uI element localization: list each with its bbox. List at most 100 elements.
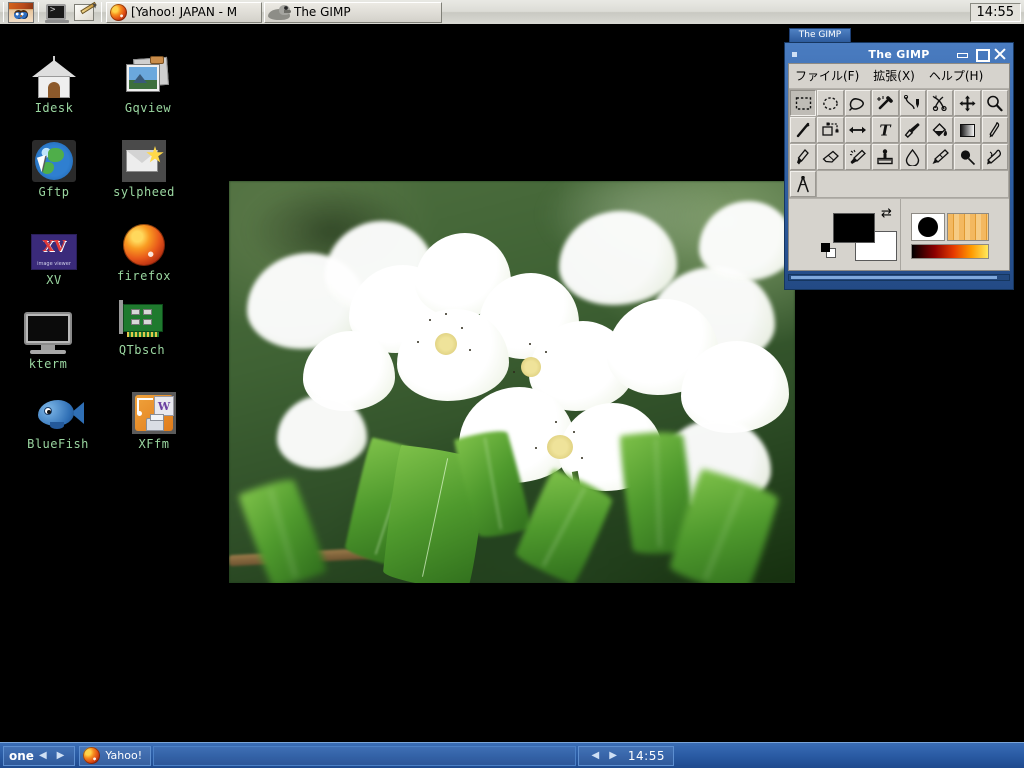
panel-separator (101, 2, 102, 22)
prev-workspace-icon[interactable]: ◀ (39, 750, 47, 761)
gimp-tool-grid: T (789, 89, 1009, 198)
menu-file[interactable]: ファイル(F) (795, 67, 859, 84)
top-panel: [Yahoo! JAPAN - M The GIMP 14:55 (0, 0, 1024, 26)
swap-colors-icon[interactable]: ⇄ (881, 207, 895, 221)
menu-help[interactable]: ヘルプ(H) (929, 67, 983, 84)
bottom-taskbar-item-yahoo[interactable]: Yahoo! (79, 746, 151, 766)
move-tool[interactable] (954, 90, 980, 116)
gimp-color-area: ⇄ (789, 198, 1009, 270)
desktop-icon-firefox[interactable]: firefox (96, 218, 192, 283)
bezier-select-tool[interactable] (900, 90, 926, 116)
firefox-icon (83, 747, 100, 764)
maximize-button[interactable] (975, 48, 987, 60)
bottom-taskbar-item-label: Yahoo! (105, 749, 142, 762)
desktop-icon-qtbsch[interactable]: QTbsch (94, 292, 190, 357)
gimp-window-tab[interactable]: The GIMP (789, 28, 851, 42)
clock-next-icon[interactable]: ▶ (609, 750, 617, 761)
active-pattern-indicator[interactable] (947, 213, 989, 241)
text-tool[interactable]: T (872, 117, 898, 143)
gimp-wilber-icon (268, 5, 290, 20)
active-brush-indicator[interactable] (911, 213, 945, 241)
mail-envelope-icon (96, 134, 192, 182)
desktop-icon-xffm[interactable]: W XFfm (106, 386, 202, 451)
panel-separator (38, 2, 39, 22)
magnify-tool[interactable] (982, 90, 1008, 116)
desktop-icon-gqview[interactable]: Gqview (100, 50, 196, 115)
flower-center (435, 333, 457, 355)
workspace-switcher[interactable]: one ◀ ▶ (3, 746, 75, 766)
svg-text:T: T (880, 122, 893, 138)
foreground-background-swatches[interactable]: ⇄ (789, 199, 901, 270)
eraser-tool[interactable] (817, 144, 843, 170)
menu-extensions[interactable]: 拡張(X) (873, 67, 915, 84)
monitor-terminal-icon (0, 306, 96, 354)
transform-tool[interactable] (817, 117, 843, 143)
foreground-color-swatch[interactable] (833, 213, 875, 243)
blue-fish-icon (10, 386, 106, 434)
brush-pattern-gradient-area[interactable] (901, 199, 1009, 270)
dodge-burn-tool[interactable] (954, 144, 980, 170)
home-house-icon (6, 50, 102, 98)
clone-tool[interactable] (872, 144, 898, 170)
color-picker-tool[interactable] (900, 117, 926, 143)
desktop-icon-idesk[interactable]: Idesk (6, 50, 102, 115)
flower-photo-viewer[interactable] (229, 181, 795, 583)
circuit-board-icon (94, 292, 190, 340)
taskbar-item-firefox[interactable]: [Yahoo! JAPAN - M (106, 2, 262, 23)
desktop-icon-label: kterm (0, 357, 96, 371)
pencil-tool[interactable] (982, 117, 1008, 143)
bucket-fill-tool[interactable] (927, 117, 953, 143)
desktop-icon-xv[interactable]: XVimage viewer XV (6, 222, 102, 287)
globe-ftp-icon (6, 134, 102, 182)
bottom-panel-clock[interactable]: ◀ ▶ 14:55 (578, 746, 675, 766)
ellipse-select-tool[interactable] (817, 90, 843, 116)
scrollbar-thumb[interactable] (791, 276, 997, 279)
ink-tool[interactable] (927, 144, 953, 170)
window-bottom-scrollbar[interactable] (788, 274, 1010, 281)
terminal-icon[interactable] (43, 2, 69, 23)
rect-select-tool[interactable] (790, 90, 816, 116)
next-workspace-icon[interactable]: ▶ (57, 750, 65, 761)
firefox-icon (96, 218, 192, 266)
reset-colors-icon[interactable] (821, 243, 837, 259)
taskbar-item-label: [Yahoo! JAPAN - M (131, 5, 237, 19)
desktop-icon-label: sylpheed (96, 185, 192, 199)
taskbar-item-gimp[interactable]: The GIMP (264, 2, 442, 23)
fuzzy-select-tool[interactable] (872, 90, 898, 116)
close-button[interactable] (994, 48, 1006, 60)
clock-prev-icon[interactable]: ◀ (592, 750, 600, 761)
intelligent-scissors-tool[interactable] (927, 90, 953, 116)
smudge-tool[interactable] (982, 144, 1008, 170)
desktop-icon-label: firefox (96, 269, 192, 283)
flip-tool[interactable] (845, 117, 871, 143)
minimize-button[interactable] (956, 48, 968, 60)
desktop-icon-gftp[interactable]: Gftp (6, 134, 102, 199)
text-editor-icon[interactable] (71, 2, 97, 23)
desktop-icon-sylpheed[interactable]: sylpheed (96, 134, 192, 199)
desktop-icon-kterm[interactable]: kterm (0, 306, 96, 371)
desktop-icon-bluefish[interactable]: BlueFish (10, 386, 106, 451)
taskbar-item-label: The GIMP (294, 5, 351, 19)
active-gradient-indicator[interactable] (911, 244, 989, 259)
desktop-icon-label: Idesk (6, 101, 102, 115)
convolve-blur-tool[interactable] (900, 144, 926, 170)
tool-grid-filler (817, 171, 1008, 197)
paintbrush-tool[interactable] (790, 144, 816, 170)
anime-avatar-icon[interactable] (8, 2, 34, 23)
crop-tool[interactable] (790, 117, 816, 143)
xv-logo-icon: XVimage viewer (6, 222, 102, 270)
blend-gradient-tool[interactable] (954, 117, 980, 143)
gimp-menubar: ファイル(F) 拡張(X) ヘルプ(H) (789, 64, 1009, 89)
panel-separator (3, 2, 4, 22)
free-select-tool[interactable] (845, 90, 871, 116)
gimp-toolbox-window[interactable]: The GIMP ファイル(F) 拡張(X) ヘルプ(H) (784, 42, 1014, 290)
file-manager-icon: W (106, 386, 202, 434)
gimp-titlebar[interactable]: The GIMP (788, 45, 1010, 63)
desktop-icon-label: Gqview (100, 101, 196, 115)
image-viewer-icon (100, 50, 196, 98)
clock-time: 14:55 (628, 749, 665, 763)
measure-tool[interactable] (790, 171, 816, 197)
airbrush-tool[interactable] (845, 144, 871, 170)
top-panel-clock: 14:55 (970, 3, 1021, 22)
flower-center (547, 435, 573, 459)
